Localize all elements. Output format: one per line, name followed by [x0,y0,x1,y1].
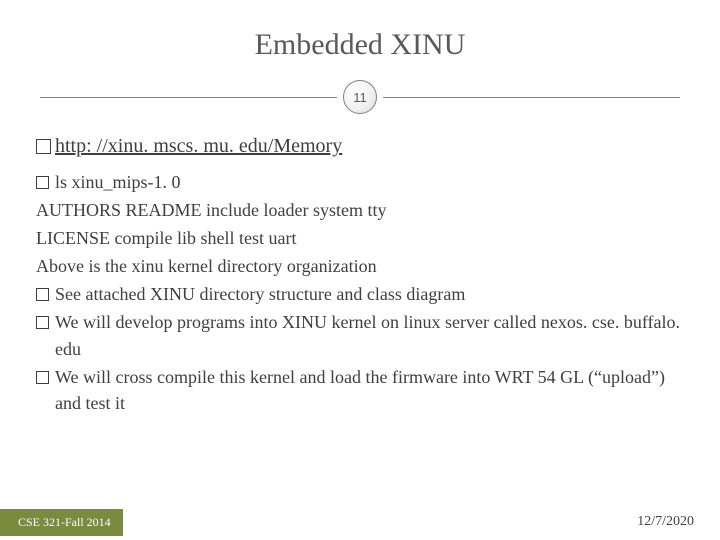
body-text: We will cross compile this kernel and lo… [55,364,684,416]
square-bullet-icon [36,316,49,329]
slide-title: Embedded XINU [0,0,720,76]
footer-course-label: CSE 321-Fall 2014 [0,509,123,536]
body-text: LICENSE compile lib shell test uart [36,225,684,251]
body-block: ls xinu_mips-1. 0 AUTHORS README include… [36,169,684,416]
slide-content: http: //xinu. mscs. mu. edu/Memory ls xi… [0,132,720,416]
page-number-badge: 11 [343,80,377,114]
footer-date: 12/7/2020 [637,514,694,530]
bullet-line: We will develop programs into XINU kerne… [36,309,684,361]
bullet-line: See attached XINU directory structure an… [36,281,684,307]
title-divider: 11 [0,80,720,114]
body-text: We will develop programs into XINU kerne… [55,309,684,361]
bullet-line: ls xinu_mips-1. 0 [36,169,684,195]
memory-link[interactable]: http: //xinu. mscs. mu. edu/Memory [55,132,342,161]
body-text: Above is the xinu kernel directory organ… [36,253,684,279]
body-text: See attached XINU directory structure an… [55,281,684,307]
divider-line-right [383,97,680,98]
square-bullet-icon [36,176,49,189]
divider-line-left [40,97,337,98]
square-bullet-icon [36,371,49,384]
slide-footer: CSE 321-Fall 2014 12/7/2020 [0,508,720,540]
bullet-line: We will cross compile this kernel and lo… [36,364,684,416]
body-text: AUTHORS README include loader system tty [36,197,684,223]
square-bullet-icon [36,288,49,301]
square-bullet-icon [36,139,51,154]
body-text: ls xinu_mips-1. 0 [55,169,684,195]
link-row: http: //xinu. mscs. mu. edu/Memory [36,132,684,161]
slide: Embedded XINU 11 http: //xinu. mscs. mu.… [0,0,720,540]
